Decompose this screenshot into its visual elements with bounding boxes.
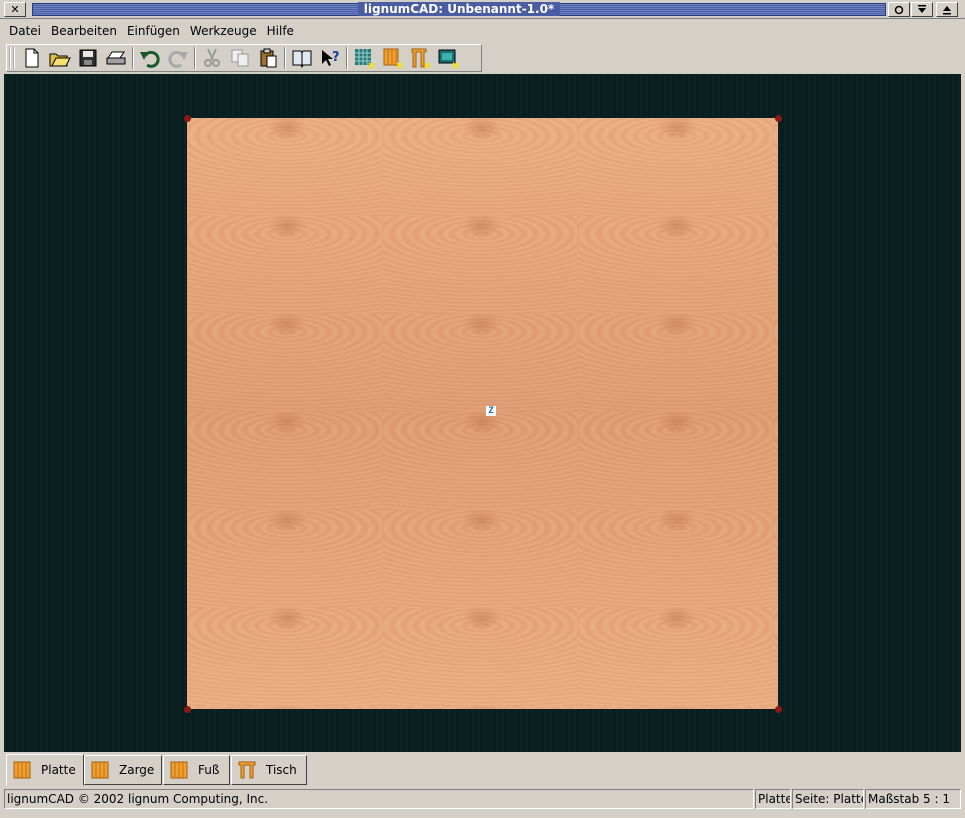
save-icon — [79, 49, 97, 67]
tab-zarge[interactable]: Zarge — [84, 755, 162, 785]
circle-icon — [894, 5, 904, 14]
corner-handle-bottom-left[interactable] — [184, 706, 191, 713]
corner-handle-bottom-right[interactable] — [775, 706, 782, 713]
save-button[interactable] — [74, 46, 102, 70]
new-assembly-button[interactable] — [434, 46, 462, 70]
tab-tisch[interactable]: Tisch — [231, 755, 307, 785]
tab-label: Fuß — [198, 763, 220, 777]
menu-hilfe[interactable]: Hilfe — [262, 24, 299, 38]
minimize-button[interactable] — [911, 2, 933, 17]
toolbar-separator — [132, 47, 134, 69]
title-stripe[interactable]: lignumCAD: Unbenannt-1.0* — [32, 2, 886, 16]
open-button[interactable] — [46, 46, 74, 70]
toolbar-separator — [346, 47, 348, 69]
maximize-button[interactable] — [936, 2, 958, 17]
print-button[interactable] — [102, 46, 130, 70]
corner-handle-top-left[interactable] — [184, 115, 191, 122]
manual-button[interactable] — [288, 46, 316, 70]
dimension-label[interactable]: Z — [486, 406, 496, 416]
new-grid-icon — [355, 49, 375, 69]
toolbar-grip[interactable] — [9, 47, 15, 69]
new-leg-button[interactable] — [406, 46, 434, 70]
tab-platte[interactable]: Platte — [6, 754, 84, 786]
title-bar: ✕ lignumCAD: Unbenannt-1.0* — [0, 0, 965, 19]
open-folder-icon — [49, 53, 71, 67]
paste-button[interactable] — [254, 46, 282, 70]
new-board-icon — [383, 48, 403, 69]
new-file-icon — [25, 48, 39, 68]
toolbar-separator — [194, 47, 196, 69]
svg-text:?: ? — [332, 50, 340, 65]
tab-fuss[interactable]: Fuß — [163, 755, 230, 785]
menu-datei[interactable]: Datei — [4, 24, 46, 38]
drawing-canvas[interactable]: Z — [4, 74, 961, 752]
print-icon — [106, 51, 126, 65]
menu-bar: Datei Bearbeiten Einfügen Werkzeuge Hilf… — [4, 20, 961, 42]
undo-button[interactable] — [136, 46, 164, 70]
status-bar: lignumCAD © 2002 lignum Computing, Inc. … — [4, 789, 961, 809]
main-toolbar: ? — [6, 44, 482, 72]
table-icon — [238, 761, 256, 779]
cut-button[interactable] — [198, 46, 226, 70]
menu-bearbeiten[interactable]: Bearbeiten — [46, 24, 122, 38]
menu-einfuegen[interactable]: Einfügen — [122, 24, 185, 38]
new-leg-icon — [411, 48, 431, 69]
status-page: Seite: Platte — [792, 789, 864, 809]
toolbar-separator — [284, 47, 286, 69]
manual-icon — [292, 50, 312, 68]
status-scale: Maßstab 5 : 1 — [865, 789, 961, 809]
close-window-button[interactable]: ✕ — [4, 2, 26, 17]
new-board-button[interactable] — [378, 46, 406, 70]
minimize-icon — [918, 4, 926, 13]
tab-label: Zarge — [119, 763, 155, 777]
menu-werkzeuge[interactable]: Werkzeuge — [185, 24, 262, 38]
new-assembly-icon — [438, 49, 459, 69]
whats-this-button[interactable]: ? — [316, 46, 344, 70]
copy-button[interactable] — [226, 46, 254, 70]
redo-icon — [168, 50, 188, 68]
apron-icon — [91, 761, 109, 779]
page-tab-bar: Platte Zarge Fuß Tisch — [4, 754, 961, 786]
wood-board[interactable]: Z — [187, 118, 778, 709]
maximize-icon — [943, 5, 951, 14]
leg-icon — [170, 761, 188, 779]
redo-button[interactable] — [164, 46, 192, 70]
whats-this-icon: ? — [322, 50, 340, 66]
close-icon: ✕ — [10, 3, 20, 16]
corner-handle-top-right[interactable] — [775, 115, 782, 122]
window-title: lignumCAD: Unbenannt-1.0* — [357, 2, 561, 16]
tab-label: Platte — [41, 763, 76, 777]
status-message: lignumCAD © 2002 lignum Computing, Inc. — [4, 789, 754, 809]
board-icon — [13, 761, 31, 779]
copy-icon — [231, 49, 249, 67]
shade-button[interactable] — [888, 2, 910, 17]
paste-icon — [260, 48, 277, 68]
cut-icon — [204, 48, 220, 67]
new-file-button[interactable] — [18, 46, 46, 70]
status-page-type: Platte — [755, 789, 791, 809]
tab-label: Tisch — [266, 763, 297, 777]
undo-icon — [140, 50, 160, 68]
new-grid-button[interactable] — [350, 46, 378, 70]
